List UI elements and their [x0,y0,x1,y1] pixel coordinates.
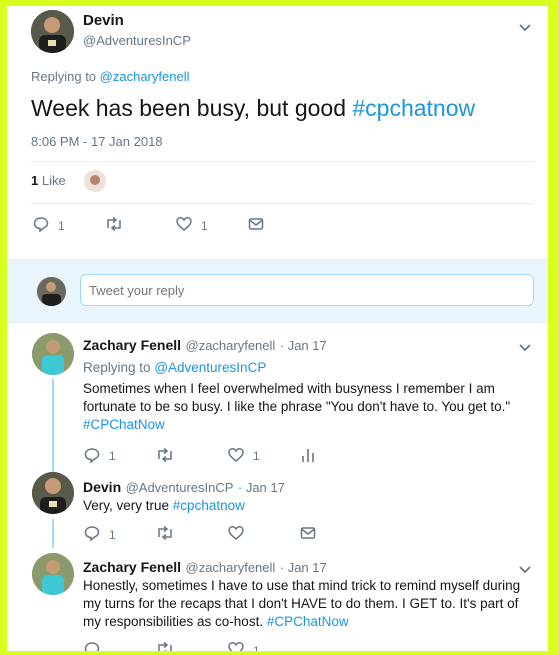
reply-text: Very, very true #cpchatnow [83,497,532,515]
reply-icon[interactable] [84,446,106,464]
reply-text: Honestly, sometimes I have to use that m… [83,577,532,631]
avatar[interactable] [32,553,74,595]
thread-line [52,379,54,477]
avatar[interactable] [32,472,74,514]
like-count: 1 [253,449,260,463]
heart-icon[interactable] [228,524,250,542]
chevron-down-icon[interactable] [518,343,532,353]
liker-avatar[interactable] [84,170,106,192]
hashtag-link[interactable]: #CPChatNow [83,417,165,432]
reply-body: Sometimes when I feel overwhelmed with b… [83,381,511,414]
heart-icon[interactable] [228,640,250,651]
tweet-thread-panel: Devin @AdventuresInCP Replying to @zacha… [7,6,548,651]
retweet-icon[interactable] [156,640,178,651]
replying-prefix: Replying to [83,360,151,375]
hashtag-link[interactable]: #cpchatnow [352,95,475,121]
reply-date[interactable]: · Jan 17 [238,480,285,495]
retweet-icon[interactable] [105,215,127,233]
likes-label: Like [41,173,66,188]
reply-author-handle[interactable]: @zacharyfenell [186,338,276,353]
reply-count: 1 [58,219,65,233]
like-count: 1 [201,219,208,233]
reply-input[interactable] [80,274,534,306]
reply-author-name[interactable]: Zachary Fenell [83,337,181,353]
reply-header: Devin @AdventuresInCP · Jan 17 [83,479,285,497]
reply-body: Very, very true [83,498,170,513]
divider [31,161,534,162]
tweet-text: Week has been busy, but good #cpchatnow [31,95,475,122]
like-count: 1 [253,644,260,651]
reply-header: Zachary Fenell @zacharyfenell · Jan 17 [83,337,327,355]
author-name[interactable]: Devin [83,12,124,29]
avatar [37,277,66,306]
hashtag-link[interactable]: #CPChatNow [267,614,349,629]
reply-date[interactable]: · Jan 17 [280,338,327,353]
reply-author-handle[interactable]: @zacharyfenell [186,560,276,575]
author-handle[interactable]: @AdventuresInCP [83,33,191,48]
tweet-timestamp[interactable]: 8:06 PM - 17 Jan 2018 [31,134,163,149]
reply-icon[interactable] [33,215,55,233]
retweet-icon[interactable] [156,524,178,542]
heart-icon[interactable] [228,446,250,464]
avatar[interactable] [32,333,74,375]
analytics-icon[interactable] [301,446,323,464]
reply-icon[interactable] [84,640,106,651]
reply-tweet[interactable]: Devin @AdventuresInCP · Jan 17 Very, ver… [7,464,548,548]
divider [31,203,534,204]
direct-message-icon[interactable] [248,215,270,233]
reply-date[interactable]: · Jan 17 [280,560,327,575]
heart-icon[interactable] [176,215,198,233]
tweet-body: Week has been busy, but good [31,95,346,121]
hashtag-link[interactable]: #cpchatnow [173,498,245,513]
reply-composer [7,259,548,323]
replying-to-line: Replying to @AdventuresInCP [83,360,266,375]
reply-author-handle[interactable]: @AdventuresInCP [126,480,234,495]
replying-to-link[interactable]: @zacharyfenell [100,69,190,84]
reply-author-name[interactable]: Zachary Fenell [83,559,181,575]
retweet-icon[interactable] [156,446,178,464]
reply-tweet[interactable]: Zachary Fenell @zacharyfenell · Jan 17 H… [7,544,548,651]
chevron-down-icon[interactable] [518,565,532,575]
likes-count: 1 [31,173,39,188]
chevron-down-icon[interactable] [518,23,532,33]
reply-icon[interactable] [84,524,106,542]
reply-author-name[interactable]: Devin [83,479,121,495]
reply-text: Sometimes when I feel overwhelmed with b… [83,380,532,434]
direct-message-icon[interactable] [300,524,322,542]
replying-to-line: Replying to @zacharyfenell [31,69,189,84]
avatar[interactable] [31,10,74,53]
reply-count: 1 [109,528,116,542]
reply-header: Zachary Fenell @zacharyfenell · Jan 17 [83,559,327,577]
reply-count: 1 [109,449,116,463]
reply-tweet[interactable]: Zachary Fenell @zacharyfenell · Jan 17 R… [7,322,548,477]
likes-summary[interactable]: 1 Like [31,173,66,188]
replying-to-link[interactable]: @AdventuresInCP [154,360,266,375]
replying-prefix: Replying to [31,69,97,84]
